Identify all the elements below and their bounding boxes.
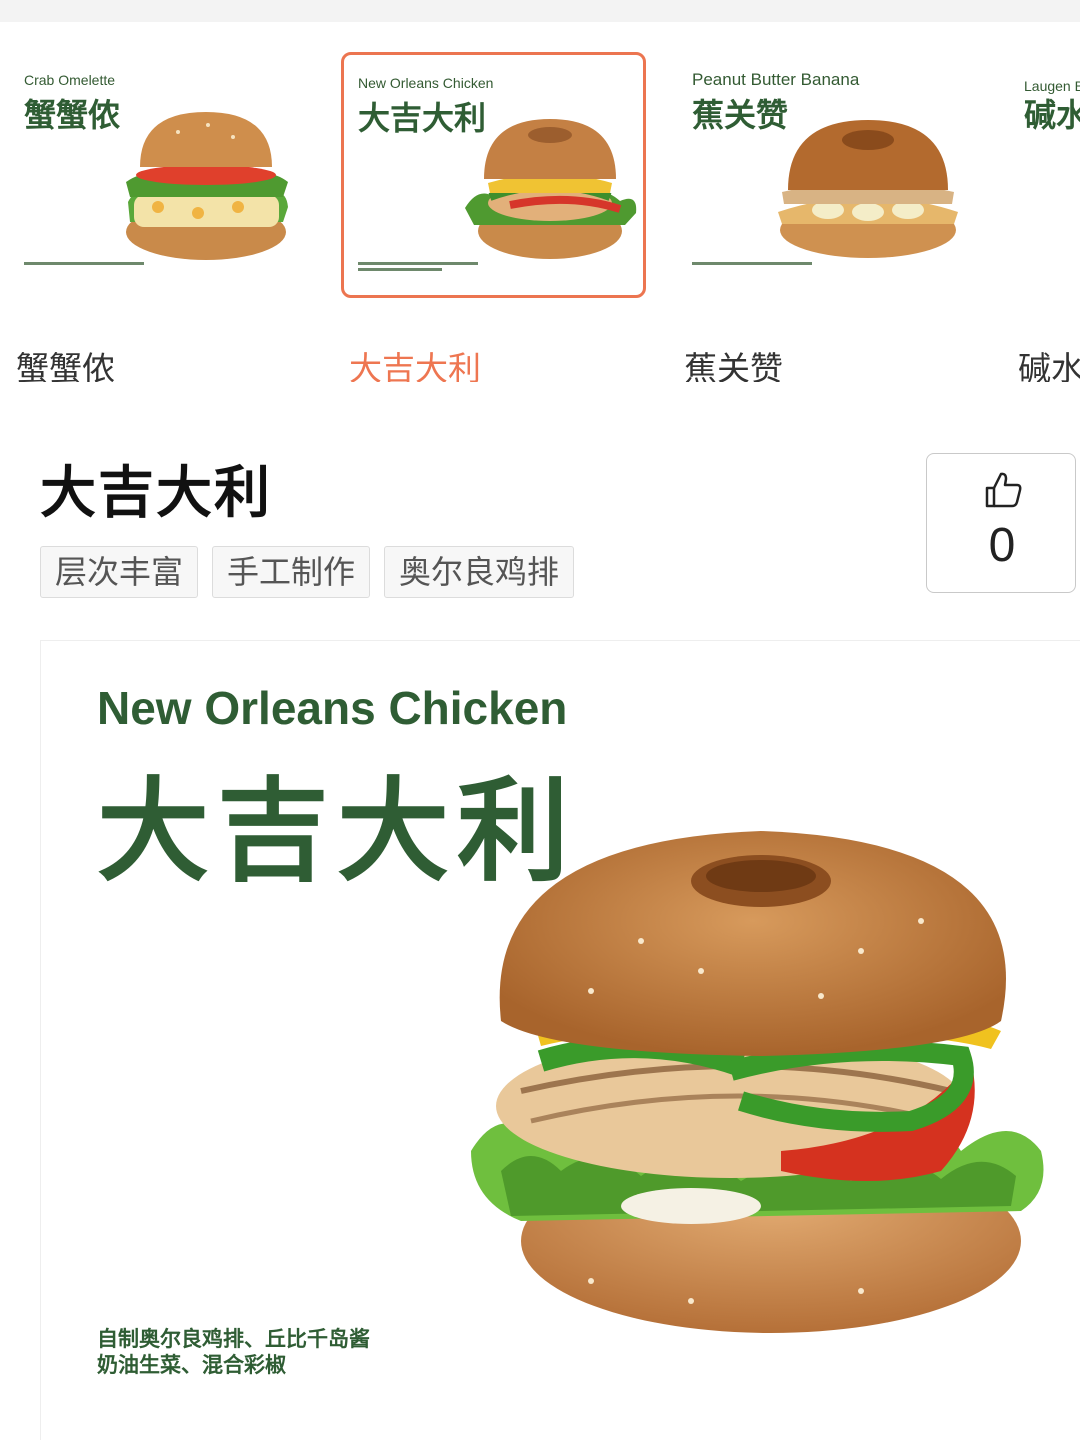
tag-orleans-chicken: 奥尔良鸡排 bbox=[384, 546, 575, 598]
product-hero-image: New Orleans Chicken 大吉大利 自制奥尔良鸡排、丘比千岛酱 奶… bbox=[40, 640, 1080, 1440]
new-orleans-chicken-burger-image bbox=[465, 119, 637, 259]
crab-omelette-burger-image bbox=[126, 112, 288, 260]
new-orleans-chicken-burger-photo bbox=[471, 831, 1044, 1333]
product-tags: 层次丰富 手工制作 奥尔良鸡排 bbox=[40, 546, 575, 598]
card-fine-print bbox=[692, 262, 812, 266]
thumbs-up-icon bbox=[985, 472, 1022, 508]
tag-layered: 层次丰富 bbox=[40, 546, 199, 598]
like-button[interactable]: 0 bbox=[926, 453, 1076, 593]
carousel-card-new-orleans-chicken[interactable]: New Orleans Chicken 大吉大利 大吉大利 bbox=[341, 52, 646, 382]
like-count: 0 bbox=[988, 519, 1016, 572]
product-title: 大吉大利 bbox=[40, 461, 272, 526]
card-image: New Orleans Chicken 大吉大利 bbox=[341, 52, 646, 298]
carousel-card-crab-omelette[interactable]: Crab Omelette 蟹蟹侬 蟹蟹侬 bbox=[10, 52, 310, 382]
carousel-label-crab-omelette[interactable]: 蟹蟹侬 bbox=[16, 342, 115, 382]
card-fine-print bbox=[358, 262, 478, 271]
card-english-name: Crab Omelette bbox=[24, 72, 116, 88]
product-carousel[interactable]: Crab Omelette 蟹蟹侬 蟹蟹侬 New Orleans Chicke… bbox=[0, 22, 1080, 382]
tag-handmade: 手工制作 bbox=[212, 546, 371, 598]
card-english-name: New Orleans Chicken bbox=[358, 75, 494, 91]
carousel-card-laugen[interactable]: Laugen B 碱水 碱水 bbox=[1010, 52, 1080, 382]
peanut-butter-banana-burger-image bbox=[778, 120, 958, 258]
card-english-name: Peanut Butter Banana bbox=[692, 70, 860, 89]
top-status-strip bbox=[0, 0, 1080, 22]
card-chinese-name: 蟹蟹侬 bbox=[24, 96, 121, 134]
card-chinese-name: 碱水 bbox=[1024, 96, 1080, 134]
card-image: Peanut Butter Banana 蕉关赞 bbox=[678, 52, 978, 298]
carousel-label-laugen[interactable]: 碱水 bbox=[1018, 342, 1080, 382]
hero-ingredients-line-2: 奶油生菜、混合彩椒 bbox=[97, 1353, 286, 1377]
card-image: Laugen B 碱水 bbox=[1010, 52, 1080, 298]
card-fine-print bbox=[24, 262, 144, 266]
carousel-card-peanut-butter-banana[interactable]: Peanut Butter Banana 蕉关赞 蕉关赞 bbox=[678, 52, 978, 382]
card-image: Crab Omelette 蟹蟹侬 bbox=[10, 52, 310, 298]
carousel-label-new-orleans-chicken[interactable]: 大吉大利 bbox=[349, 342, 481, 382]
hero-english-name: New Orleans Chicken bbox=[97, 682, 568, 734]
carousel-label-peanut-butter-banana[interactable]: 蕉关赞 bbox=[684, 342, 783, 382]
